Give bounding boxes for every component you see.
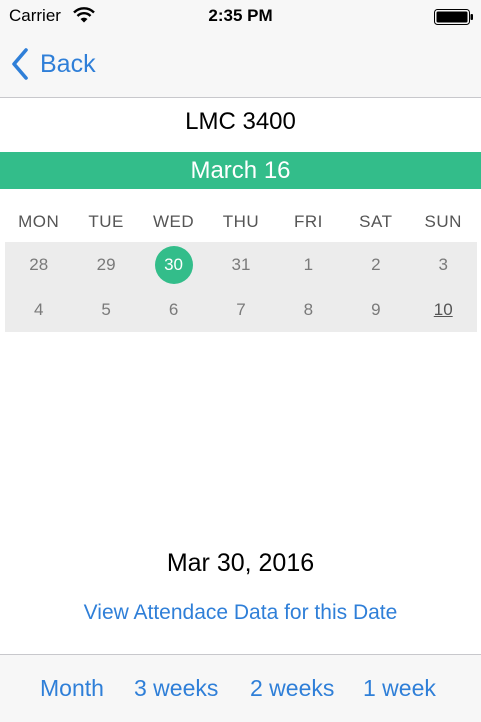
calendar-day-number: 1 [303,254,314,274]
calendar-day-number: 9 [371,299,381,319]
calendar-day[interactable]: 1 [275,242,342,287]
calendar-day-number: 4 [33,299,44,319]
calendar-day[interactable]: 9 [342,287,409,332]
view-attendance-link[interactable]: View Attendace Data for this Date [0,601,481,625]
calendar-day[interactable]: 29 [72,242,139,287]
calendar-day-number: 3 [438,254,448,274]
calendar-day-number: 29 [96,254,116,274]
calendar-day-number: 8 [303,299,314,319]
chevron-left-icon [12,48,28,80]
calendar-day-number: 10 [433,299,453,319]
calendar-day[interactable]: 2 [342,242,409,287]
back-button-label: Back [40,49,96,78]
calendar-week-row: 4 5 6 7 8 9 10 [5,287,477,332]
course-title: LMC 3400 [185,108,296,135]
calendar-day[interactable]: 8 [275,287,342,332]
calendar-day-today[interactable]: 10 [410,287,477,332]
weekday-header: MON TUE WED THU FRI SAT SUN [5,212,477,236]
calendar-day-number: 28 [29,254,49,274]
status-time: 2:35 PM [208,6,273,25]
range-month-button[interactable]: Month [40,675,104,702]
range-toolbar: Month 3 weeks 2 weeks 1 week [0,654,481,722]
month-banner: March 16 [0,152,481,189]
calendar-grid: 28 29 30 31 1 2 3 4 5 6 7 8 9 10 [5,242,477,332]
weekday-label: SUN [424,212,462,231]
calendar-day-selected[interactable]: 30 [140,242,207,287]
back-button[interactable]: Back [10,47,96,81]
calendar-day[interactable]: 5 [72,287,139,332]
selected-date: Mar 30, 2016 [166,549,315,577]
month-banner-label: March 16 [190,157,291,184]
status-bar: Carrier 2:35 PM [0,0,481,32]
calendar-day-number: 31 [231,254,251,274]
weekday-label: SAT [359,212,393,231]
calendar-day-number: 7 [236,299,246,319]
range-1-week-button[interactable]: 1 week [363,675,436,702]
calendar-day[interactable]: 6 [140,287,207,332]
range-2-weeks-button[interactable]: 2 weeks [250,675,334,702]
calendar-day-number: 6 [168,299,179,319]
battery-icon [434,9,473,25]
calendar-day-number: 2 [371,254,381,274]
calendar-day[interactable]: 28 [5,242,72,287]
calendar-day[interactable]: 7 [207,287,274,332]
range-3-weeks-button[interactable]: 3 weeks [134,675,218,702]
calendar-day[interactable]: 3 [410,242,477,287]
calendar-week-row: 28 29 30 31 1 2 3 [5,242,477,287]
calendar-day-number: 30 [154,245,193,284]
weekday-label: FRI [293,212,323,231]
weekday-label: MON [18,212,60,231]
calendar-day[interactable]: 4 [5,287,72,332]
weekday-label: TUE [88,212,124,231]
navigation-bar: Back [0,32,481,98]
calendar-day-number: 5 [101,299,111,319]
weekday-label: WED [152,212,195,231]
weekday-label: THU [222,212,260,231]
calendar-day[interactable]: 31 [207,242,274,287]
